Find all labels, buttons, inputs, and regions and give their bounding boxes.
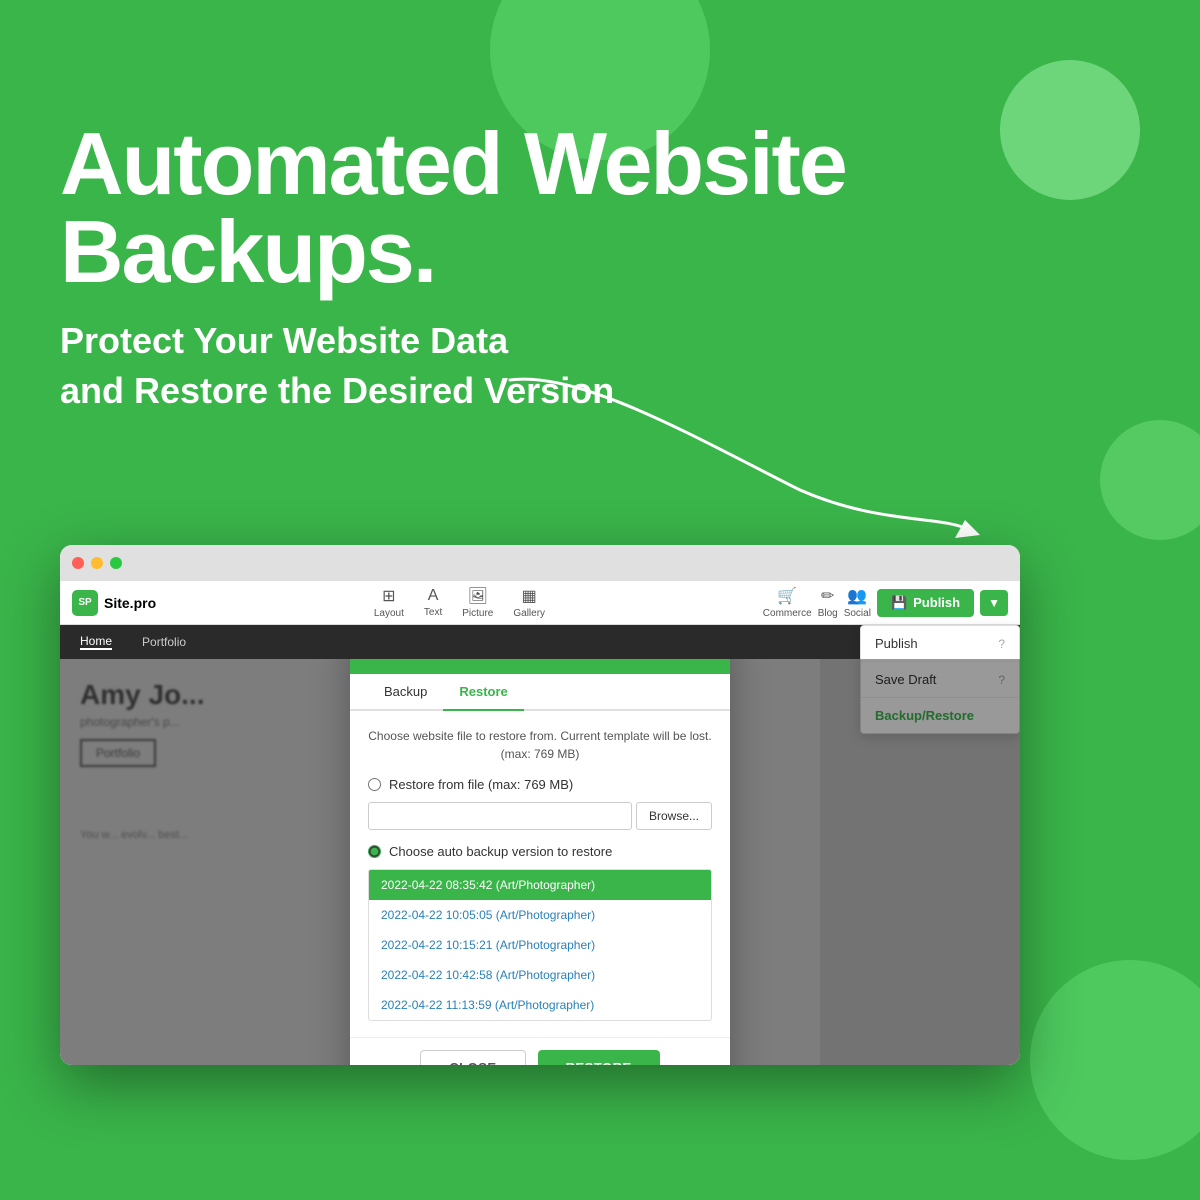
logo-icon: SP: [72, 590, 98, 616]
modal-close-button[interactable]: ✕: [697, 659, 712, 660]
picture-icon: 🖼: [468, 586, 488, 606]
modal-header: Backup/Restore ✕: [350, 659, 730, 674]
modal-title: Backup/Restore: [368, 659, 490, 660]
backup-versions-list: 2022-04-22 08:35:42 (Art/Photographer) 2…: [368, 869, 712, 1021]
backup-version-2[interactable]: 2022-04-22 10:15:21 (Art/Photographer): [369, 930, 711, 960]
tab-backup[interactable]: Backup: [368, 674, 443, 711]
publish-icon: 💾: [891, 595, 907, 611]
publish-button[interactable]: 💾 Publish: [877, 589, 974, 617]
window-close-dot[interactable]: [72, 557, 84, 569]
file-input-row: Browse...: [368, 802, 712, 830]
tool-blog[interactable]: ✏ Blog: [818, 586, 838, 619]
toolbar-right: 🛒 Commerce ✏ Blog 👥 Social 💾 Publish ▼: [763, 586, 1008, 619]
restore-file-radio[interactable]: [368, 778, 381, 791]
site-content-area: Amy Jo... photographer's p... Portfolio …: [60, 659, 1020, 1065]
auto-backup-label: Choose auto backup version to restore: [389, 844, 612, 859]
tool-social[interactable]: 👥 Social: [844, 586, 871, 619]
restore-button[interactable]: RESTORE: [538, 1050, 660, 1066]
backup-version-3[interactable]: 2022-04-22 10:42:58 (Art/Photographer): [369, 960, 711, 990]
tool-text[interactable]: A Text: [424, 587, 442, 618]
toolbar-tools: ⊞ Layout A Text 🖼 Picture ▦ Gallery: [374, 586, 545, 619]
site-name: Site.pro: [104, 595, 156, 611]
backup-version-0[interactable]: 2022-04-22 08:35:42 (Art/Photographer): [369, 870, 711, 900]
nav-home[interactable]: Home: [80, 634, 112, 650]
blog-icon: ✏: [821, 586, 834, 606]
tab-restore[interactable]: Restore: [443, 674, 523, 711]
backup-restore-modal: Backup/Restore ✕ Backup Restore: [350, 659, 730, 1065]
help-icon-publish: ?: [998, 637, 1005, 651]
restore-file-label: Restore from file (max: 769 MB): [389, 777, 573, 792]
file-input[interactable]: [368, 802, 632, 830]
layout-icon: ⊞: [382, 586, 395, 606]
modal-body: Choose website file to restore from. Cur…: [350, 711, 730, 1037]
publish-dropdown-button[interactable]: ▼: [980, 590, 1008, 616]
modal-description: Choose website file to restore from. Cur…: [368, 727, 712, 763]
tool-picture[interactable]: 🖼 Picture: [462, 586, 493, 619]
window-maximize-dot[interactable]: [110, 557, 122, 569]
modal-footer: CLOSE RESTORE: [350, 1037, 730, 1066]
window-minimize-dot[interactable]: [91, 557, 103, 569]
browser-window: SP Site.pro ⊞ Layout A Text 🖼 Picture ▦: [60, 545, 1020, 1065]
site-logo: SP Site.pro: [72, 590, 156, 616]
gallery-icon: ▦: [522, 586, 537, 606]
restore-file-option: Restore from file (max: 769 MB): [368, 777, 712, 792]
browser-titlebar: [60, 545, 1020, 581]
hero-section: Automated Website Backups. Protect Your …: [60, 120, 846, 417]
hero-subtitle: Protect Your Website Data and Restore th…: [60, 316, 846, 417]
browser-content: SP Site.pro ⊞ Layout A Text 🖼 Picture ▦: [60, 581, 1020, 1065]
publish-menu-item-publish[interactable]: Publish ?: [861, 626, 1019, 662]
browse-button[interactable]: Browse...: [636, 802, 712, 830]
tool-commerce[interactable]: 🛒 Commerce: [763, 586, 812, 619]
commerce-icon: 🛒: [777, 586, 797, 606]
hero-title: Automated Website Backups.: [60, 120, 846, 296]
tool-layout[interactable]: ⊞ Layout: [374, 586, 404, 619]
tool-gallery[interactable]: ▦ Gallery: [513, 586, 545, 619]
site-toolbar: SP Site.pro ⊞ Layout A Text 🖼 Picture ▦: [60, 581, 1020, 625]
text-icon: A: [428, 587, 439, 605]
backup-version-4[interactable]: 2022-04-22 11:13:59 (Art/Photographer): [369, 990, 711, 1020]
backup-version-1[interactable]: 2022-04-22 10:05:05 (Art/Photographer): [369, 900, 711, 930]
social-icon: 👥: [847, 586, 867, 606]
auto-backup-option: Choose auto backup version to restore: [368, 844, 712, 859]
modal-tabs: Backup Restore: [350, 674, 730, 711]
decorative-circle-top-right: [1000, 60, 1140, 200]
nav-portfolio[interactable]: Portfolio: [142, 635, 186, 649]
modal-overlay: Backup/Restore ✕ Backup Restore: [60, 659, 1020, 1065]
close-button[interactable]: CLOSE: [420, 1050, 525, 1066]
auto-backup-radio[interactable]: [368, 845, 381, 858]
